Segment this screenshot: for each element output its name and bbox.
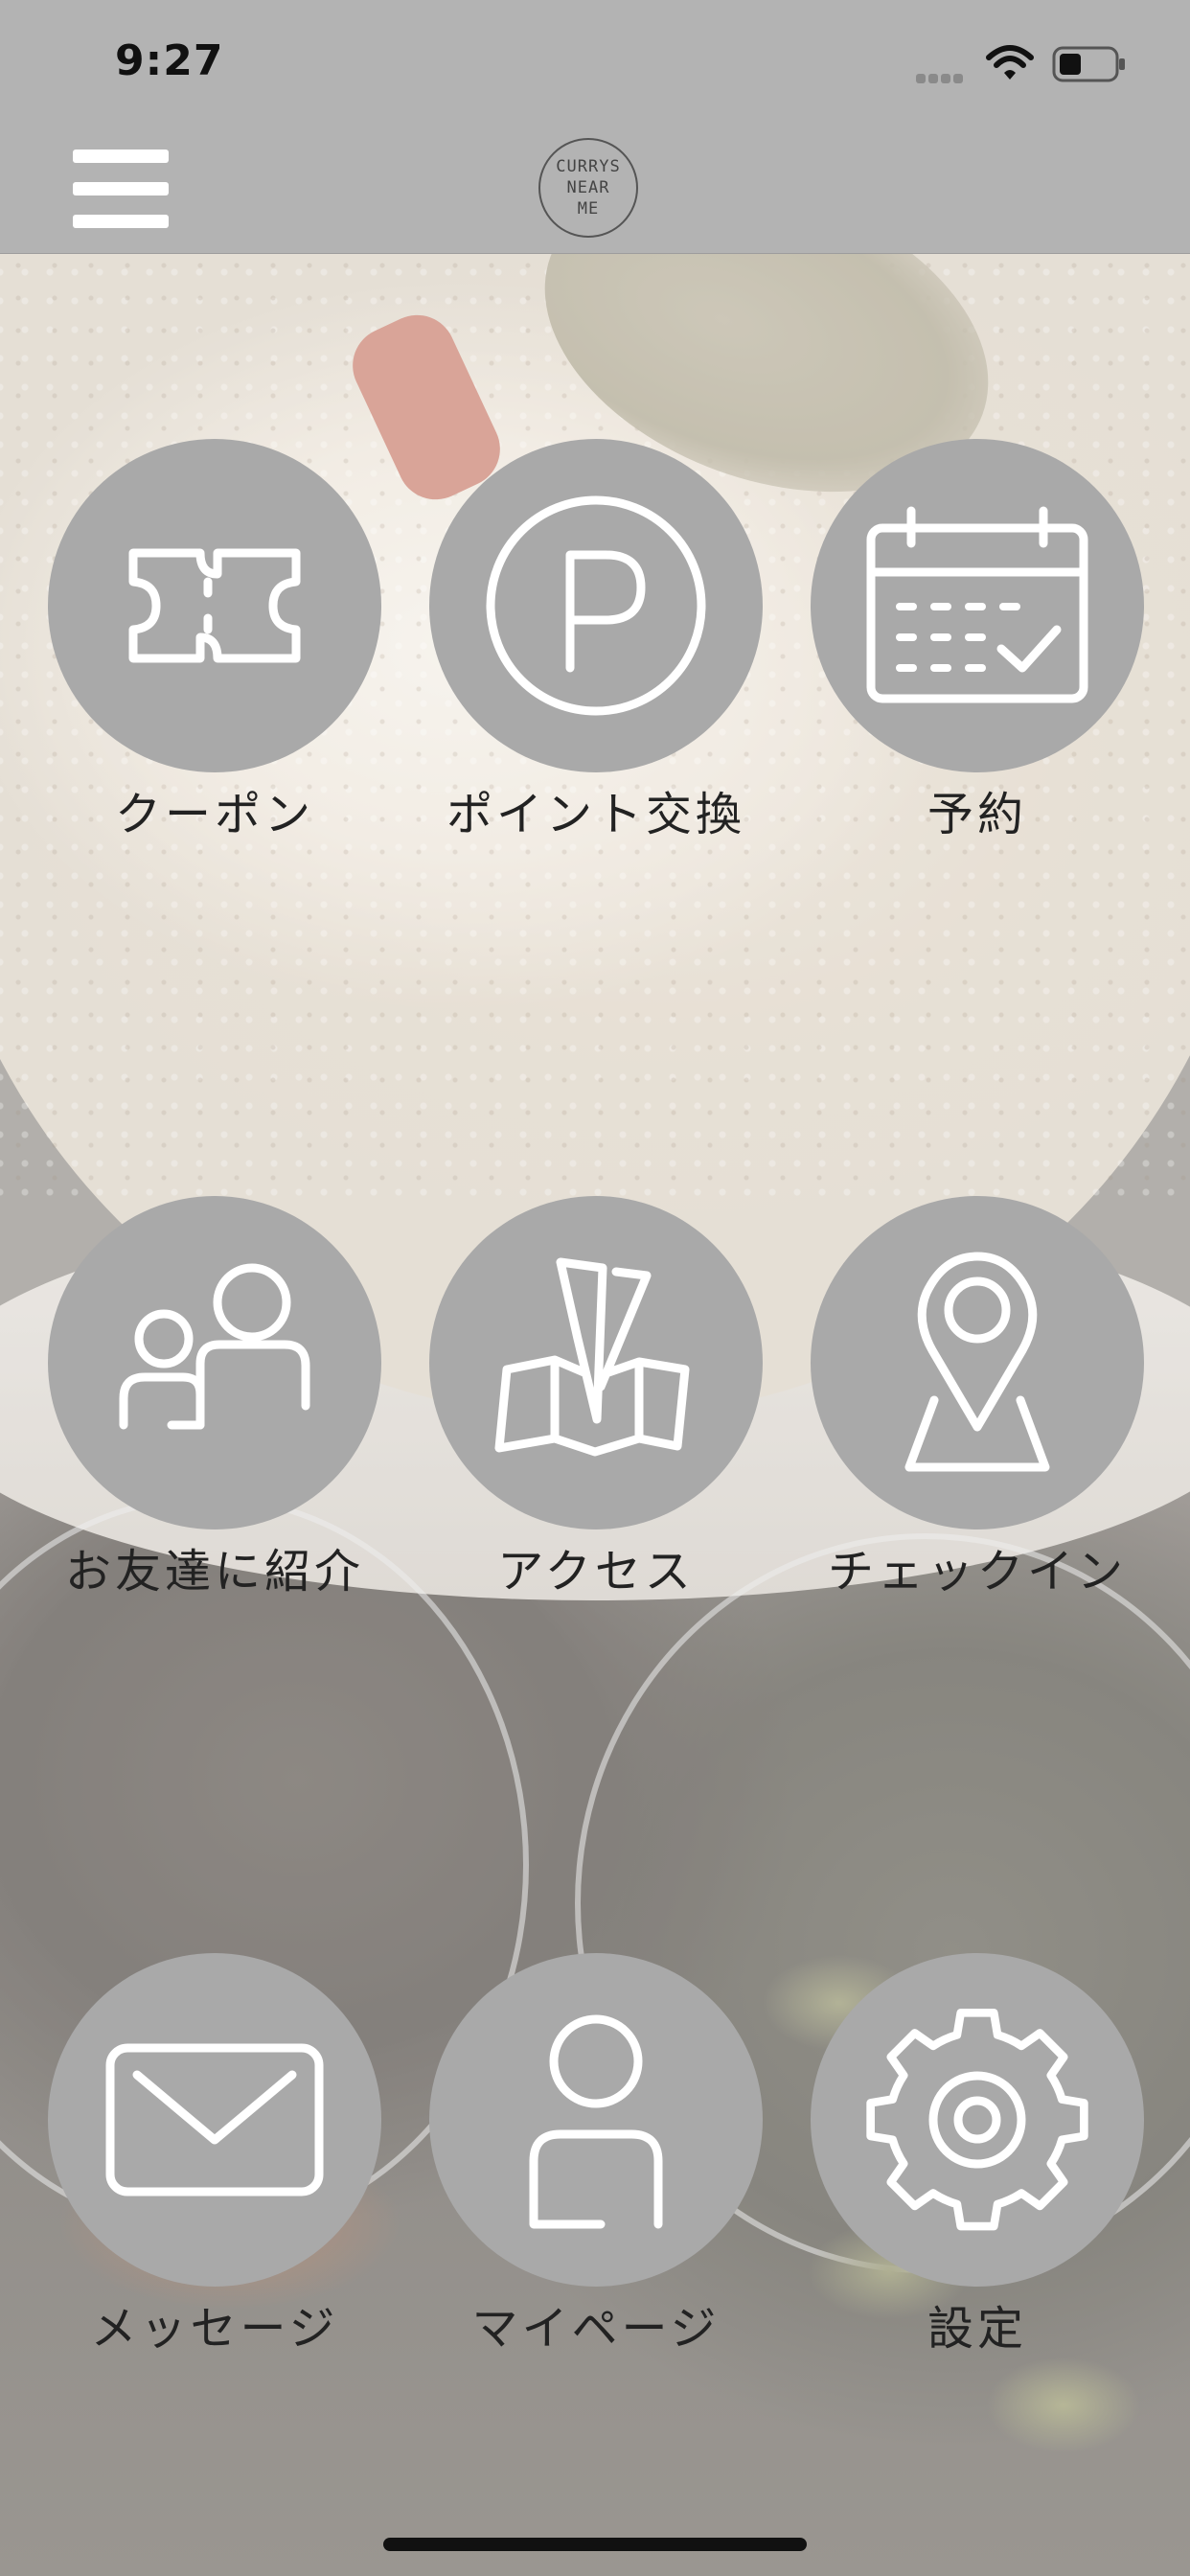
message-circle (48, 1953, 381, 2287)
reservation-circle (811, 439, 1144, 772)
points-p-icon (486, 495, 706, 716)
mypage-label: マイページ (471, 2302, 721, 2356)
point-exchange-label: ポイント交換 (446, 788, 745, 841)
reservation-label: 予約 (927, 788, 1027, 841)
gear-icon (866, 2008, 1088, 2231)
message-label: メッセージ (90, 2302, 339, 2356)
checkin-label: チェックイン (827, 1545, 1127, 1598)
point-exchange-circle (429, 439, 763, 772)
point-exchange-button[interactable]: ポイント交換 (381, 439, 765, 841)
home-indicator[interactable] (383, 2538, 807, 2551)
ticket-icon (128, 548, 301, 663)
checkin-button[interactable]: チェックイン (763, 1196, 1146, 1598)
settings-circle (811, 1953, 1144, 2287)
checkin-circle (811, 1196, 1144, 1530)
settings-label: 設定 (927, 2302, 1027, 2356)
refer-friend-label: お友達に紹介 (64, 1545, 364, 1598)
cellular-signal-icon (916, 69, 970, 83)
settings-button[interactable]: 設定 (763, 1953, 1146, 2356)
access-circle (429, 1196, 763, 1530)
mypage-button[interactable]: マイページ (381, 1953, 765, 2356)
calendar-check-icon (866, 506, 1088, 703)
map-icon (494, 1257, 690, 1457)
logo-line-1: CURRYS (556, 157, 621, 176)
access-button[interactable]: アクセス (381, 1196, 765, 1598)
access-label: アクセス (497, 1545, 695, 1598)
wifi-icon (986, 45, 1034, 80)
logo-line-3: ME (577, 199, 600, 218)
refer-friends-icon (119, 1263, 310, 1430)
message-button[interactable]: メッセージ (0, 1953, 383, 2356)
hamburger-menu-icon[interactable] (73, 150, 169, 230)
brand-logo: CURRYS NEAR ME (538, 138, 638, 238)
logo-line-2: NEAR (566, 178, 610, 197)
mail-icon (105, 2043, 324, 2196)
mypage-circle (429, 1953, 763, 2287)
status-time: 9:27 (115, 36, 224, 85)
coupon-label: クーポン (114, 788, 314, 841)
location-pin-icon (904, 1252, 1050, 1472)
coupon-button[interactable]: クーポン (0, 439, 383, 841)
coupon-circle (48, 439, 381, 772)
battery-icon (1052, 46, 1125, 82)
refer-friend-button[interactable]: お友達に紹介 (0, 1196, 383, 1598)
user-icon (529, 2014, 663, 2229)
reservation-button[interactable]: 予約 (763, 439, 1146, 841)
refer-friend-circle (48, 1196, 381, 1530)
top-bar: 9:27 CURRYS NEAR ME (0, 0, 1190, 254)
